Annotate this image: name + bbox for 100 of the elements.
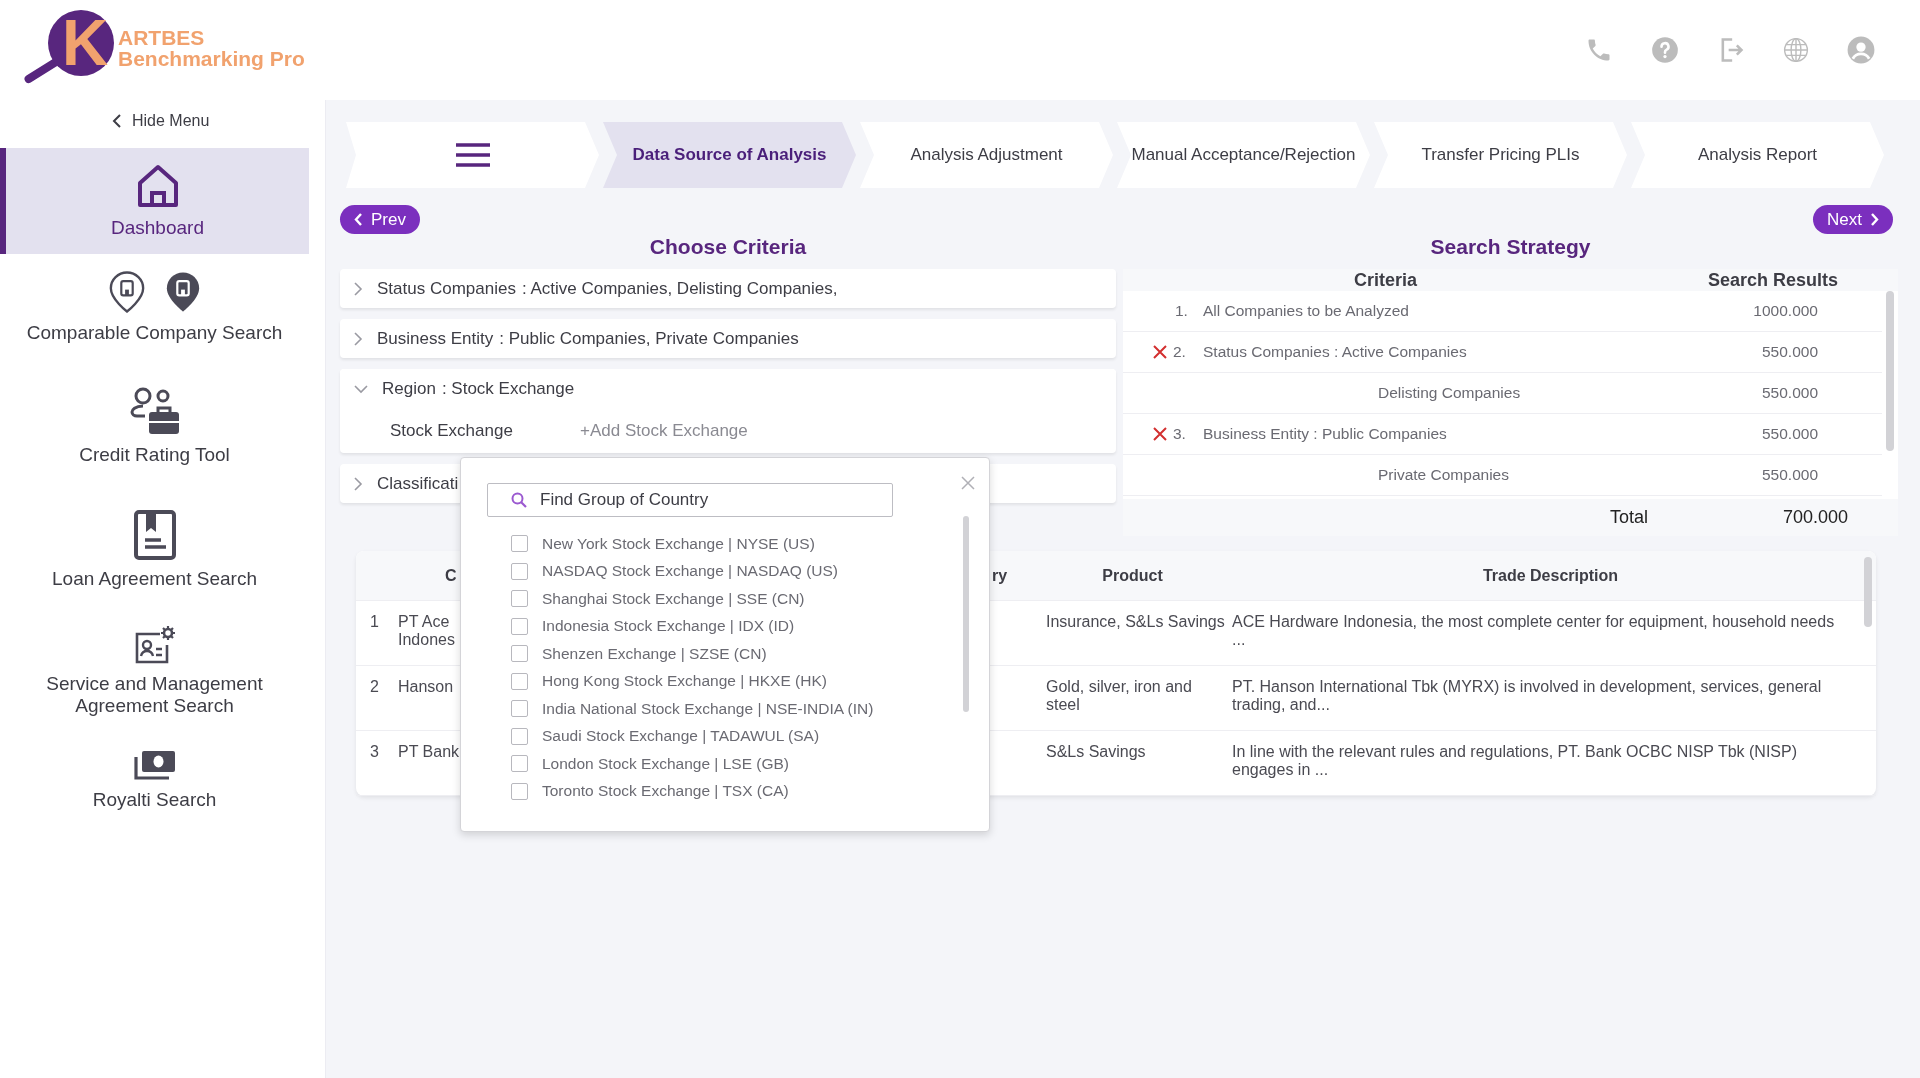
result-value: 550.000 xyxy=(1760,466,1819,484)
user-icon[interactable] xyxy=(1847,36,1875,64)
sidebar-item[interactable]: Royalti Search xyxy=(0,730,309,830)
criteria-text: Status Companies : Active Companies xyxy=(1203,343,1467,361)
remove-icon[interactable] xyxy=(1153,427,1167,441)
step-tab[interactable]: Data Source of Analysis xyxy=(603,122,856,188)
prev-button[interactable]: Prev xyxy=(340,205,420,234)
menu-icon xyxy=(454,142,491,168)
row-number: 2. xyxy=(1173,343,1187,361)
total-label: Total xyxy=(1608,507,1648,528)
column-header: Trade Description xyxy=(1481,566,1620,585)
table-cell: PT Bank xyxy=(398,743,460,761)
chevron-right-icon[interactable] xyxy=(354,281,363,296)
checkbox[interactable] xyxy=(511,617,528,635)
column-header: ry xyxy=(992,566,1009,585)
remove-icon[interactable] xyxy=(1153,345,1167,359)
section-title: Search Strategy xyxy=(1429,234,1592,260)
table-cell-text: Gold, silver, iron and steel xyxy=(1045,678,1193,714)
criteria-text: Delisting Companies xyxy=(1378,384,1521,402)
criteria-label: Status Companies xyxy=(377,278,516,299)
criteria-value: : Stock Exchange xyxy=(441,378,575,399)
chevron-left-icon xyxy=(112,114,122,128)
document-icon xyxy=(133,510,176,560)
home-icon xyxy=(135,163,180,209)
result-value: 550.000 xyxy=(1760,425,1819,443)
step-tab[interactable]: Transfer Pricing PLIs xyxy=(1374,122,1627,188)
option-label: Indonesia Stock Exchange | IDX (ID) xyxy=(542,617,795,636)
result-value: 550.000 xyxy=(1760,384,1819,402)
search-icon xyxy=(511,492,527,508)
step-tab[interactable]: Manual Acceptance/Rejection xyxy=(1117,122,1370,188)
sidebar-item[interactable]: Dashboard xyxy=(0,148,309,254)
table-cell: Hanson xyxy=(398,678,454,696)
option-label: Saudi Stock Exchange | TADAWUL (SA) xyxy=(542,727,820,746)
sidebar-item[interactable]: Service and Management Agreement Search xyxy=(0,612,309,730)
criteria-sub-label: Stock Exchange xyxy=(390,420,514,441)
criteria-label: Business Entity xyxy=(377,328,494,349)
profile-gear-icon xyxy=(133,625,176,665)
globe-icon[interactable] xyxy=(1783,36,1809,64)
option-label: London Stock Exchange | LSE (GB) xyxy=(542,754,789,773)
table-cell-text: ACE Hardware Indonesia, the most complete center for equipment, household needs ... xyxy=(1231,613,1836,649)
table-cell-text: Insurance, S&Ls Savings xyxy=(1045,613,1225,631)
chevron-right-icon xyxy=(1870,213,1879,226)
column-header: Search Results xyxy=(1706,269,1840,291)
scrollbar[interactable] xyxy=(963,516,969,712)
criteria-label: Region xyxy=(382,378,436,399)
sidebar-item[interactable]: Loan Agreement Search xyxy=(0,488,309,612)
checkbox[interactable] xyxy=(511,727,528,745)
criteria-text: Business Entity : Public Companies xyxy=(1203,425,1447,443)
chevron-right-icon[interactable] xyxy=(354,331,363,346)
next-button[interactable]: Next xyxy=(1813,205,1893,234)
option-label: Shenzen Exchange | SZSE (CN) xyxy=(542,644,767,663)
section-title: Choose Criteria xyxy=(648,234,808,260)
checkbox[interactable] xyxy=(511,672,528,690)
logo-subtitle: Benchmarking Pro xyxy=(118,48,305,70)
result-value: 550.000 xyxy=(1760,343,1819,361)
step-tab[interactable]: Analysis Adjustment xyxy=(860,122,1113,188)
checkbox[interactable] xyxy=(511,562,528,580)
checkbox[interactable] xyxy=(511,755,528,773)
row-number: 1 xyxy=(369,613,380,631)
option-label: NASDAQ Stock Exchange | NASDAQ (US) xyxy=(542,562,839,581)
checkbox[interactable] xyxy=(511,590,528,608)
checkbox[interactable] xyxy=(511,782,528,800)
sidebar-item[interactable]: Comparable Company Search xyxy=(0,254,309,360)
criteria-row[interactable]: Status Companies : Active Companies, Delisting Companies, xyxy=(340,269,1116,308)
option-label: Hong Kong Stock Exchange | HKXE (HK) xyxy=(542,672,827,691)
sidebar-item[interactable]: Credit Rating Tool xyxy=(0,364,309,488)
hide-menu-button[interactable]: Hide Menu xyxy=(112,106,210,136)
total-value: 700.000 xyxy=(1781,507,1849,528)
column-header: Criteria xyxy=(1353,269,1418,291)
option-label: India National Stock Exchange | NSE-INDIA (IN) xyxy=(542,699,874,718)
row-number: 3 xyxy=(369,743,380,761)
criteria-row[interactable]: Region : Stock Exchange xyxy=(340,369,1116,408)
step-tab[interactable]: Analysis Report xyxy=(1631,122,1884,188)
location-pin-icon xyxy=(107,270,146,314)
scrollbar[interactable] xyxy=(1886,291,1894,451)
row-number: 3. xyxy=(1173,425,1187,443)
checkbox[interactable] xyxy=(511,700,528,718)
search-field[interactable]: Find Group of Country xyxy=(487,483,893,517)
option-label: New York Stock Exchange | NYSE (US) xyxy=(542,534,815,553)
checkbox[interactable] xyxy=(511,645,528,663)
table-cell: PT Ace Indones xyxy=(398,613,455,649)
help-icon[interactable] xyxy=(1651,36,1679,64)
row-number: 2 xyxy=(369,678,380,696)
person-briefcase-icon xyxy=(128,386,181,436)
row-number: 1. xyxy=(1175,302,1189,320)
result-value: 1000.000 xyxy=(1752,302,1819,320)
criteria-value: : Public Companies, Private Companies xyxy=(499,328,799,349)
option-label: Shanghai Stock Exchange | SSE (CN) xyxy=(542,589,805,608)
table-cell-text: In line with the relevant rules and regulations, PT. Bank OCBC NISP Tbk (NISP) engages in ... xyxy=(1231,743,1798,779)
checkbox[interactable] xyxy=(511,535,528,553)
chevron-left-icon xyxy=(354,213,363,226)
column-header: C xyxy=(445,566,457,585)
column-header: Product xyxy=(1101,566,1164,585)
close-icon[interactable] xyxy=(961,476,975,490)
criteria-row[interactable]: Business Entity : Public Companies, Private Companies xyxy=(340,319,1116,358)
chevron-right-icon[interactable] xyxy=(354,476,363,491)
criteria-text: All Companies to be Analyzed xyxy=(1203,302,1409,320)
criteria-label: Classificati xyxy=(377,473,459,494)
scrollbar[interactable] xyxy=(1864,557,1872,627)
table-cell-text: PT. Hanson International Tbk (MYRX) is involved in development, services, general trading, and... xyxy=(1231,678,1823,714)
